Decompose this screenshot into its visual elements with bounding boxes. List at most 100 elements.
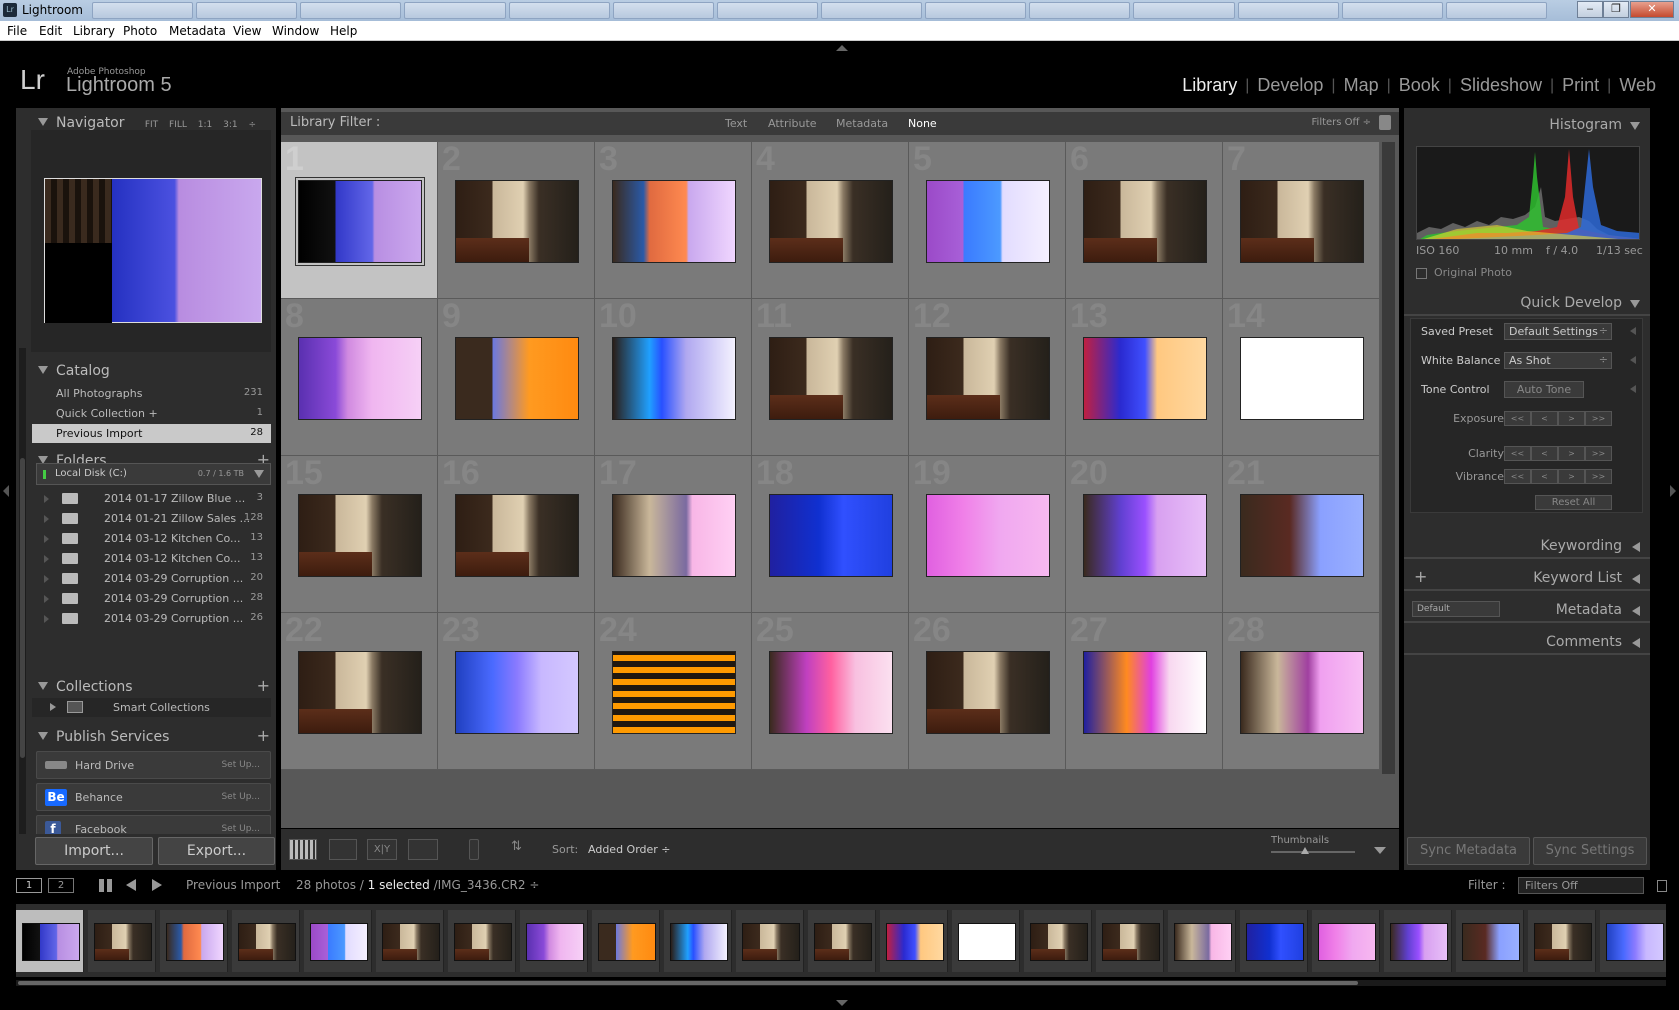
filmstrip-thumbnail[interactable] <box>1030 923 1088 961</box>
filter-none[interactable]: None <box>908 117 937 130</box>
filter-metadata[interactable]: Metadata <box>836 117 888 130</box>
grid-view-icon[interactable] <box>289 839 317 860</box>
grid-cell[interactable]: 5 <box>909 140 1066 299</box>
photo-thumbnail[interactable] <box>926 180 1050 263</box>
grid-cell[interactable]: 10 <box>595 297 752 456</box>
photo-thumbnail[interactable] <box>612 180 736 263</box>
photo-thumbnail[interactable] <box>298 651 422 734</box>
increase-large-button[interactable]: >> <box>1585 411 1612 426</box>
module-library[interactable]: Library <box>1174 75 1245 96</box>
survey-view-icon[interactable] <box>408 839 438 860</box>
photo-thumbnail[interactable] <box>612 651 736 734</box>
right-panel-toggle-icon[interactable] <box>1670 485 1676 497</box>
expand-triangle-icon[interactable] <box>50 703 56 711</box>
sort-order-dropdown[interactable]: Added Order ÷ <box>588 843 671 856</box>
left-panel-scrollbar[interactable] <box>19 348 26 868</box>
folder-item[interactable]: 2014 03-29 Corruption ... 26 <box>36 609 271 628</box>
task-tab[interactable] <box>1237 2 1339 19</box>
keywording-header[interactable]: Keywording <box>1404 533 1650 559</box>
filmstrip-cell[interactable] <box>664 910 732 972</box>
expand-triangle-icon[interactable] <box>1630 385 1636 393</box>
photo-thumbnail[interactable] <box>769 651 893 734</box>
filmstrip-thumbnail[interactable] <box>598 923 656 961</box>
filmstrip-cell[interactable] <box>1600 910 1666 972</box>
expand-triangle-icon[interactable] <box>44 615 49 623</box>
decrease-large-button[interactable]: << <box>1504 469 1531 484</box>
folder-item[interactable]: 2014 01-17 Zillow Blue ... 3 <box>36 489 271 508</box>
scroll-thumb[interactable] <box>20 458 25 758</box>
increase-small-button[interactable]: > <box>1558 446 1585 461</box>
photo-count[interactable]: 28 photos / 1 selected /IMG_3436.CR2 ÷ <box>296 878 539 892</box>
increase-small-button[interactable]: > <box>1558 411 1585 426</box>
smart-collections-item[interactable]: Smart Collections <box>32 698 271 717</box>
setup-link[interactable]: Set Up... <box>221 792 260 802</box>
metadata-preset-select[interactable]: Default <box>1412 601 1500 617</box>
task-tab[interactable] <box>1133 2 1235 19</box>
catalog-item-quick-collection[interactable]: Quick Collection +1 <box>32 404 271 423</box>
task-tab[interactable] <box>196 2 298 19</box>
filmstrip-thumbnail[interactable] <box>1462 923 1520 961</box>
filmstrip-scrollbar[interactable] <box>16 980 1666 986</box>
grid-cell[interactable]: 12 <box>909 297 1066 456</box>
add-keyword-plus-icon[interactable]: + <box>1414 567 1427 586</box>
filmstrip-cell[interactable] <box>16 910 84 972</box>
filmstrip-cell[interactable] <box>736 910 804 972</box>
expand-triangle-icon[interactable] <box>1630 356 1636 364</box>
grid-cell[interactable]: 8 <box>281 297 438 456</box>
original-photo-checkbox[interactable] <box>1416 268 1427 279</box>
quick-develop-header[interactable]: Quick Develop <box>1404 290 1650 316</box>
expand-triangle-icon[interactable] <box>1630 327 1636 335</box>
grid-cell[interactable]: 2 <box>438 140 595 299</box>
filmstrip-thumbnail[interactable] <box>958 923 1016 961</box>
collapse-triangle-icon[interactable] <box>38 732 48 740</box>
filmstrip-thumbnail[interactable] <box>1606 923 1664 961</box>
photo-thumbnail[interactable] <box>926 494 1050 577</box>
spray-can-icon[interactable] <box>469 839 479 860</box>
filmstrip-cell[interactable] <box>808 910 876 972</box>
filmstrip-cell[interactable] <box>1096 910 1164 972</box>
filmstrip-cell[interactable] <box>520 910 588 972</box>
grid-cell[interactable]: 1 <box>281 140 438 299</box>
photo-thumbnail[interactable] <box>1240 494 1364 577</box>
white-balance-select[interactable]: As Shot <box>1504 352 1612 369</box>
filmstrip-cell[interactable] <box>160 910 228 972</box>
menu-file[interactable]: File <box>7 24 27 38</box>
photo-thumbnail[interactable] <box>455 337 579 420</box>
filmstrip-thumbnail[interactable] <box>1390 923 1448 961</box>
grid-cell[interactable]: 3 <box>595 140 752 299</box>
photo-thumbnail[interactable] <box>1083 337 1207 420</box>
module-print[interactable]: Print <box>1554 75 1607 96</box>
photo-thumbnail[interactable] <box>1240 180 1364 263</box>
grid-cell[interactable]: 19 <box>909 454 1066 613</box>
task-tab[interactable] <box>716 2 818 19</box>
grid-cell[interactable]: 18 <box>752 454 909 613</box>
minimize-button[interactable]: ‒ <box>1577 1 1603 18</box>
filmstrip-thumbnail[interactable] <box>166 923 224 961</box>
decrease-small-button[interactable]: < <box>1531 411 1558 426</box>
filmstrip-thumbnail[interactable] <box>22 923 80 961</box>
photo-thumbnail[interactable] <box>926 337 1050 420</box>
photo-thumbnail[interactable] <box>926 651 1050 734</box>
photo-thumbnail[interactable] <box>455 494 579 577</box>
photo-thumbnail[interactable] <box>1083 651 1207 734</box>
photo-thumbnail[interactable] <box>769 494 893 577</box>
filmstrip-cell[interactable] <box>304 910 372 972</box>
histogram-header[interactable]: Histogram <box>1404 112 1650 138</box>
grid-cell[interactable]: 28 <box>1223 611 1380 770</box>
folder-item[interactable]: 2014 01-21 Zillow Sales ... 128 <box>36 509 271 528</box>
photo-thumbnail[interactable] <box>612 337 736 420</box>
photo-thumbnail[interactable] <box>612 494 736 577</box>
photo-thumbnail[interactable] <box>298 337 422 420</box>
setup-link[interactable]: Set Up... <box>221 760 260 770</box>
filmstrip-thumbnail[interactable] <box>886 923 944 961</box>
grid-cell[interactable]: 7 <box>1223 140 1380 299</box>
collapse-triangle-icon[interactable] <box>38 366 48 374</box>
compare-view-icon[interactable]: X|Y <box>367 839 397 860</box>
filmstrip-thumbnail[interactable] <box>1174 923 1232 961</box>
increase-large-button[interactable]: >> <box>1585 446 1612 461</box>
task-tab[interactable] <box>404 2 506 19</box>
filmstrip-cell[interactable] <box>952 910 1020 972</box>
decrease-large-button[interactable]: << <box>1504 446 1531 461</box>
collapse-triangle-icon[interactable] <box>38 118 48 126</box>
sort-direction-icon[interactable]: ⇅ <box>511 839 543 860</box>
